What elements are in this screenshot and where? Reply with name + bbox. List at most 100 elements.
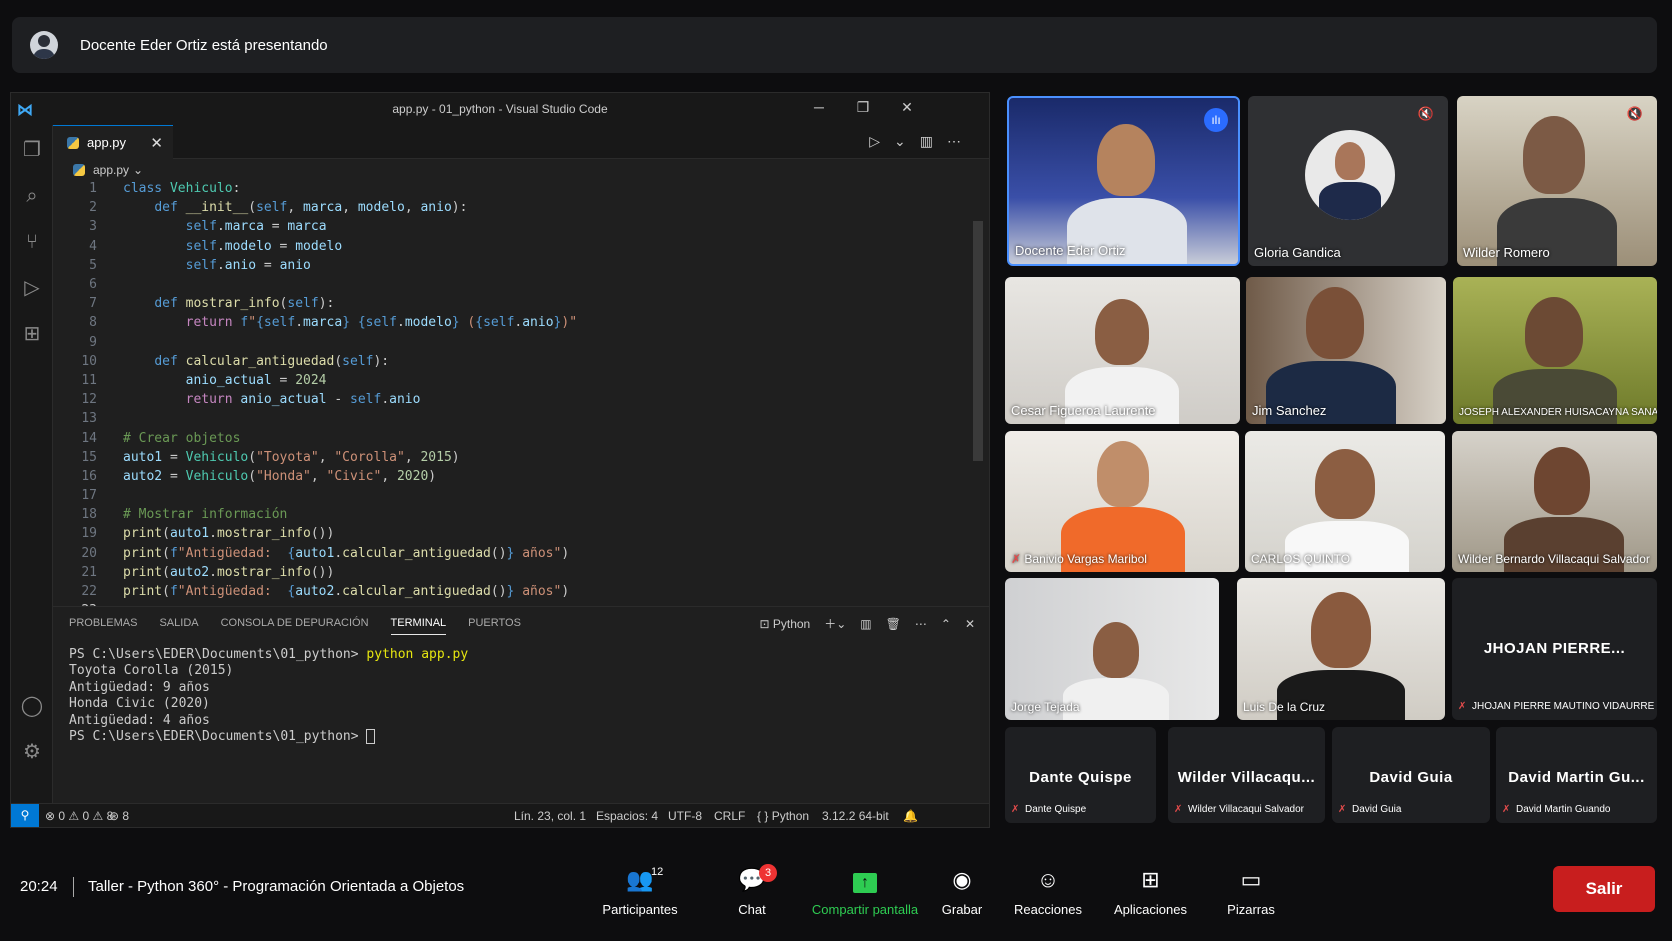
record-icon: ◉: [952, 867, 972, 892]
restore-icon[interactable]: ❐: [843, 99, 883, 116]
video-tile-luis-de-la-cruz[interactable]: Luis De la Cruz: [1237, 578, 1445, 720]
participants-button[interactable]: 👥 12 Participantes: [595, 864, 685, 917]
tab-app-py[interactable]: app.py ✕: [53, 125, 173, 159]
maximize-panel-icon[interactable]: ⌃: [941, 617, 951, 631]
mic-off-icon: ✗: [1458, 701, 1467, 712]
more-icon[interactable]: ⋯: [915, 617, 927, 631]
code-line: 14 # Crear objetos: [81, 430, 241, 446]
code-editor[interactable]: 1 class Vehiculo: 2 def __init__(self, ma…: [53, 179, 985, 618]
python-interpreter[interactable]: 3.12.2 64-bit: [822, 809, 889, 823]
new-terminal-icon[interactable]: ＋⌄: [824, 615, 846, 632]
split-terminal-icon[interactable]: ▥: [860, 617, 871, 631]
minimize-icon[interactable]: ─: [799, 99, 839, 115]
tab-problems[interactable]: PROBLEMAS: [69, 617, 137, 635]
meeting-clock: 20:24: [20, 878, 58, 895]
explorer-icon[interactable]: ❐: [19, 137, 45, 163]
mic-off-icon: 🔇: [1417, 106, 1434, 121]
participant-name: Wilder Romero: [1463, 245, 1550, 260]
trash-icon[interactable]: 🗑: [886, 617, 901, 631]
apps-icon: ⊞: [1141, 867, 1160, 892]
chat-badge: 3: [759, 864, 777, 882]
indentation[interactable]: Espacios: 4: [596, 809, 658, 823]
name-tile-jhojan-pierre[interactable]: JHOJAN PIERRE... ✗ JHOJAN PIERRE MAUTINO…: [1452, 578, 1657, 720]
whiteboard-button[interactable]: ▭ Pizarras: [1206, 864, 1296, 917]
code-line: 15 auto1 = Vehiculo("Toyota", "Corolla", …: [81, 449, 460, 465]
name-tile-david-martin[interactable]: David Martin Gu... ✗ David Martin Guando: [1496, 727, 1657, 823]
language-mode[interactable]: { } Python: [757, 809, 809, 823]
record-button[interactable]: ◉ Grabar: [917, 864, 1007, 917]
video-tile-gloria-gandica[interactable]: 🔇 Gloria Gandica: [1248, 96, 1448, 266]
gear-icon[interactable]: ⚙: [19, 739, 45, 765]
terminal-prompt: PS C:\Users\EDER\Documents\01_python>: [69, 729, 359, 745]
encoding[interactable]: UTF-8: [668, 809, 702, 823]
tab-ports[interactable]: PUERTOS: [468, 617, 521, 635]
breadcrumb-label: app.py: [93, 163, 130, 177]
video-tile-carlos-quinto[interactable]: CARLOS QUINTO: [1245, 431, 1445, 572]
share-label: Compartir pantalla: [811, 902, 919, 917]
close-window-icon[interactable]: ✕: [887, 99, 927, 116]
name-tile-dante-quispe[interactable]: Dante Quispe ✗ Dante Quispe: [1005, 727, 1156, 823]
video-tile-joseph-huisacayna[interactable]: JOSEPH ALEXANDER HUISACAYNA SANA: [1453, 277, 1657, 424]
whiteboard-label: Pizarras: [1227, 902, 1275, 917]
apps-button[interactable]: ⊞ Aplicaciones: [1103, 864, 1198, 917]
terminal-shell-selector[interactable]: ⊡ Python: [759, 617, 810, 631]
video-tile-cesar-figueroa[interactable]: Cesar Figueroa Laurente: [1005, 277, 1240, 424]
editor-actions[interactable]: ▷⌄▥⋯: [869, 133, 975, 150]
code-line: 5 self.anio = anio: [89, 257, 311, 273]
code-line: 3 self.marca = marca: [89, 219, 327, 235]
presenter-avatar: [30, 31, 58, 59]
reactions-button[interactable]: ☺ Reacciones: [1003, 864, 1093, 917]
participant-name: Wilder Villacaqui Salvador: [1188, 804, 1304, 815]
account-icon[interactable]: ◯: [19, 693, 45, 719]
share-screen-button[interactable]: ↑ Compartir pantalla: [795, 864, 935, 917]
participant-initial-name: David Martin Gu...: [1508, 769, 1645, 787]
panel-actions: ⊡ Python ＋⌄ ▥ 🗑 ⋯ ⌃ ✕: [759, 615, 975, 632]
mic-off-icon: ✗: [1502, 804, 1511, 815]
cursor-position[interactable]: Lín. 23, col. 1: [514, 809, 586, 823]
video-tile-jorge-tejada[interactable]: Jorge Tejada: [1005, 578, 1219, 720]
code-line: 1 class Vehiculo:: [89, 181, 241, 197]
extensions-icon[interactable]: ⊞: [19, 321, 45, 347]
tab-output[interactable]: SALIDA: [159, 617, 198, 635]
vscode-window: ⋈ app.py - 01_python - Visual Studio Cod…: [10, 92, 990, 828]
python-file-icon: [67, 136, 79, 149]
presenting-banner: Docente Eder Ortiz está presentando: [12, 17, 1657, 73]
close-panel-icon[interactable]: ✕: [965, 617, 975, 631]
problems-status[interactable]: ⊗ 0 ⚠ 0 ⚠ 8: [45, 809, 113, 823]
line-ending[interactable]: CRLF: [714, 809, 745, 823]
participant-name: David Martin Guando: [1516, 804, 1611, 815]
breadcrumb[interactable]: app.py ⌄: [73, 163, 143, 177]
tab-debug-console[interactable]: CONSOLA DE DEPURACIÓN: [221, 617, 369, 635]
video-tile-eder-ortiz[interactable]: ılı Docente Eder Ortiz: [1007, 96, 1240, 266]
name-tile-david-guia[interactable]: David Guia ✗ David Guia: [1332, 727, 1490, 823]
ports-status[interactable]: ⊛ 8: [109, 809, 129, 823]
terminal-line: Antigüedad: 9 años: [69, 679, 210, 695]
remote-icon[interactable]: ⚲: [11, 804, 39, 827]
search-icon[interactable]: ⌕: [19, 183, 45, 209]
terminal-line: Honda Civic (2020): [69, 696, 210, 712]
run-debug-icon[interactable]: ▷: [19, 275, 45, 301]
editor-scrollbar[interactable]: [973, 221, 983, 461]
record-label: Grabar: [941, 902, 983, 917]
terminal-output[interactable]: PS C:\Users\EDER\Documents\01_python> py…: [69, 647, 468, 745]
leave-button[interactable]: Salir: [1553, 866, 1655, 912]
code-line: 2 def __init__(self, marca, modelo, anio…: [89, 200, 468, 216]
bell-icon[interactable]: 🔔: [903, 809, 918, 823]
close-tab-icon[interactable]: ✕: [150, 134, 163, 152]
video-tile-wilder-romero[interactable]: 🔇 Wilder Romero: [1457, 96, 1657, 266]
name-tile-wilder-villacaqui[interactable]: Wilder Villacaqu... ✗ Wilder Villacaqui …: [1168, 727, 1325, 823]
tab-terminal[interactable]: TERMINAL: [390, 617, 447, 635]
video-tile-jim-sanchez[interactable]: Jim Sanchez: [1246, 277, 1446, 424]
participant-name: Wilder Bernardo Villacaqui Salvador: [1458, 552, 1650, 566]
source-control-icon[interactable]: ⑂: [19, 229, 45, 255]
participant-initial-name: JHOJAN PIERRE...: [1483, 640, 1626, 658]
people-icon: 👥: [626, 867, 654, 892]
participant-name-text: Banivio Vargas Maribol: [1024, 552, 1147, 566]
code-line: 12 return anio_actual - self.anio: [81, 392, 421, 408]
participant-face: [1097, 441, 1149, 507]
video-tile-banivio-vargas[interactable]: ✗ Banivio Vargas Maribol: [1005, 431, 1239, 572]
chat-button[interactable]: 💬 3 Chat: [707, 864, 797, 917]
participant-name: Gloria Gandica: [1254, 245, 1341, 260]
status-bar: ⚲ ⊗ 0 ⚠ 0 ⚠ 8 ⊛ 8 Lín. 23, col. 1 Espaci…: [11, 803, 989, 827]
video-tile-wilder-villacaqui[interactable]: Wilder Bernardo Villacaqui Salvador: [1452, 431, 1657, 572]
